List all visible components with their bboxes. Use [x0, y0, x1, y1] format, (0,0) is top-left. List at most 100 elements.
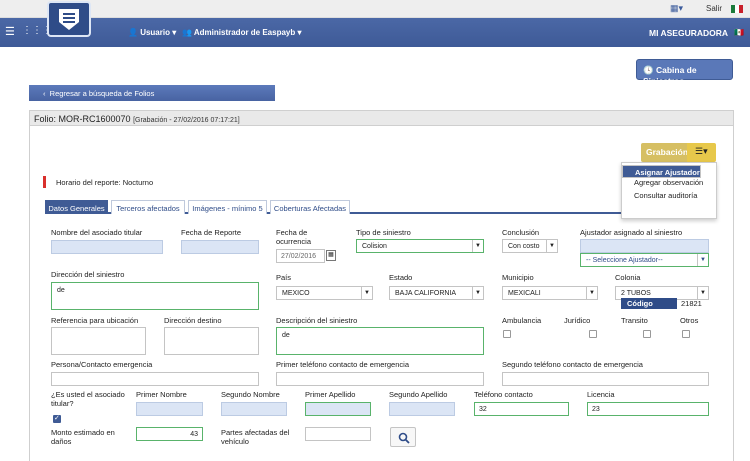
admin-menu[interactable]: 👥 Administrador de Easpayb ▾ [182, 28, 302, 37]
primer-telefono-label: Primer teléfono contacto de emergencia [276, 360, 409, 369]
tab-datos-generales[interactable]: Datos Generales [45, 200, 108, 214]
segundo-apellido-input[interactable] [389, 402, 455, 416]
grabacion-button[interactable]: Grabación [641, 143, 688, 162]
nombre-asociado-label: Nombre del asociado titular [51, 228, 143, 237]
colonia-value: 2 TUBOS [621, 290, 651, 297]
partes-afectadas-label: Partes afectadas del vehículo [221, 428, 290, 446]
licencia-input[interactable]: 23 [587, 402, 709, 416]
primer-telefono-input[interactable] [276, 372, 484, 386]
estado-select[interactable]: BAJA CALIFORNIA ▼ [389, 286, 484, 300]
transito-label: Transito [621, 316, 648, 325]
menu-item-asignar-ajustador[interactable]: Asignar Ajustador [622, 165, 701, 178]
horario-reporte: Horario del reporte: Nocturno [43, 176, 153, 188]
colonia-label: Colonia [615, 273, 641, 282]
actions-dropdown-menu: Asignar Ajustador Cancelar Folio Agregar… [621, 162, 717, 219]
ajustador-select[interactable]: -- Seleccione Ajustador-- ▼ [580, 253, 709, 267]
descripcion-label: Descripción del siniestro [276, 316, 358, 325]
tab-bar: Datos Generales Terceros afectados Imáge… [45, 200, 709, 214]
es-titular-checkbox[interactable] [53, 414, 61, 423]
tab-imagenes[interactable]: Imágenes - mínimo 5 [188, 200, 267, 214]
fecha-ocurrencia-label: Fecha de ocurrencia [276, 228, 312, 246]
otros-checkbox[interactable] [682, 330, 690, 338]
es-titular-label: ¿Es usted el asociado titular? [51, 390, 125, 408]
referencia-textarea[interactable] [51, 327, 146, 355]
mexico-flag-icon [731, 5, 743, 13]
transito-checkbox[interactable] [643, 330, 651, 338]
user-menu[interactable]: 👤 Usuario ▾ [128, 28, 176, 37]
chevron-down-icon: ▼ [472, 287, 483, 299]
primer-nombre-input[interactable] [136, 402, 203, 416]
admin-menu-label: Administrador de Easpayb [193, 28, 296, 37]
fecha-reporte-input[interactable] [181, 240, 259, 254]
chevron-down-icon: ▼ [546, 240, 557, 252]
pais-label: País [276, 273, 292, 282]
descripcion-textarea[interactable]: de [276, 327, 484, 355]
cabina-siniestros-button[interactable]: 🕓 Cabina de Siniestros [636, 59, 733, 86]
tab-coberturas-afectadas[interactable]: Coberturas Afectadas [270, 200, 350, 214]
pais-value: MEXICO [282, 290, 310, 297]
calendar-icon[interactable]: ▦ [326, 250, 336, 261]
referencia-label: Referencia para ubicación [51, 316, 139, 325]
segundo-telefono-label: Segundo teléfono contacto de emergencia [502, 360, 643, 369]
monto-input[interactable]: 43 [136, 427, 203, 441]
direccion-destino-textarea[interactable] [164, 327, 259, 355]
primer-nombre-label: Primer Nombre [136, 390, 187, 399]
segundo-apellido-label: Segundo Apellido [389, 390, 448, 399]
pais-select[interactable]: MEXICO ▼ [276, 286, 373, 300]
printer-icon[interactable]: ▦▾ [670, 3, 683, 14]
segundo-nombre-label: Segundo Nombre [221, 390, 280, 399]
tab-terceros-afectados[interactable]: Terceros afectados [111, 200, 185, 214]
main-navbar: ☰ ⋮⋮⋮ 👤 Usuario ▾ 👥 Administrador de Eas… [0, 18, 750, 47]
chevron-down-icon: ▼ [472, 240, 483, 252]
fecha-reporte-label: Fecha de Reporte [181, 228, 242, 237]
conclusion-value: Con costo [508, 243, 540, 250]
mx-flag-icon: 🇲🇽 [734, 28, 744, 37]
licencia-label: Licencia [587, 390, 615, 399]
municipio-label: Municipio [502, 273, 534, 282]
persona-contacto-input[interactable] [51, 372, 259, 386]
ambulancia-checkbox[interactable] [503, 330, 511, 338]
otros-label: Otros [680, 316, 699, 325]
menu-item-consultar-auditoria[interactable]: Consultar auditoría [622, 189, 716, 202]
juridico-checkbox[interactable] [589, 330, 597, 338]
estado-value: BAJA CALIFORNIA [395, 290, 457, 297]
ajustador-input[interactable] [580, 239, 709, 253]
tipo-siniestro-label: Tipo de siniestro [356, 228, 411, 237]
app-logo[interactable] [47, 1, 91, 37]
logo-shield-icon [59, 9, 79, 30]
primer-apellido-input[interactable] [305, 402, 371, 416]
municipio-select[interactable]: MEXICALI ▼ [502, 286, 598, 300]
tipo-siniestro-select[interactable]: Colision ▼ [356, 239, 484, 253]
cabina-label: Cabina de Siniestros [643, 65, 697, 86]
conclusion-label: Conclusión [502, 228, 540, 237]
partes-afectadas-input[interactable] [305, 427, 371, 441]
segundo-nombre-input[interactable] [221, 402, 287, 416]
chevron-left-icon: ‹ [43, 89, 46, 98]
ajustador-label: Ajustador asignado al siniestro [580, 228, 683, 237]
codigo-postal-label: Código Postal [621, 298, 677, 317]
segundo-telefono-input[interactable] [502, 372, 709, 386]
folio-subtitle: [Grabación - 27/02/2016 07:17:21] [133, 117, 240, 124]
estado-label: Estado [389, 273, 413, 282]
chevron-down-icon: ▼ [697, 287, 708, 299]
tipo-siniestro-value: Colision [362, 243, 387, 250]
user-menu-label: Usuario [140, 28, 170, 37]
conclusion-select[interactable]: Con costo ▼ [502, 239, 558, 253]
search-button[interactable] [390, 427, 416, 447]
primer-apellido-label: Primer Apellido [305, 390, 356, 399]
codigo-postal-value: 21821 [681, 299, 702, 308]
actions-dropdown-toggle[interactable]: ☰▾ [687, 143, 716, 162]
telefono-contacto-input[interactable]: 32 [474, 402, 569, 416]
monto-label: Monto estimado en daños [51, 428, 115, 446]
direccion-siniestro-textarea[interactable]: de [51, 282, 259, 310]
back-to-folios-button[interactable]: ‹ Regresar a búsqueda de Folios [29, 85, 275, 101]
juridico-label: Jurídico [564, 316, 591, 325]
ambulancia-label: Ambulancia [502, 316, 542, 325]
hamburger-icon[interactable]: ☰ [5, 25, 15, 38]
nombre-asociado-input[interactable] [51, 240, 163, 254]
logout-link[interactable]: Salir [706, 4, 722, 13]
back-label: Regresar a búsqueda de Folios [49, 89, 155, 98]
top-bar: ▦▾ Salir [0, 0, 750, 18]
fecha-ocurrencia-input[interactable]: 27/02/2016 [276, 249, 325, 263]
folio-header: Folio: MOR-RC1600070 [Grabación - 27/02/… [29, 110, 734, 126]
